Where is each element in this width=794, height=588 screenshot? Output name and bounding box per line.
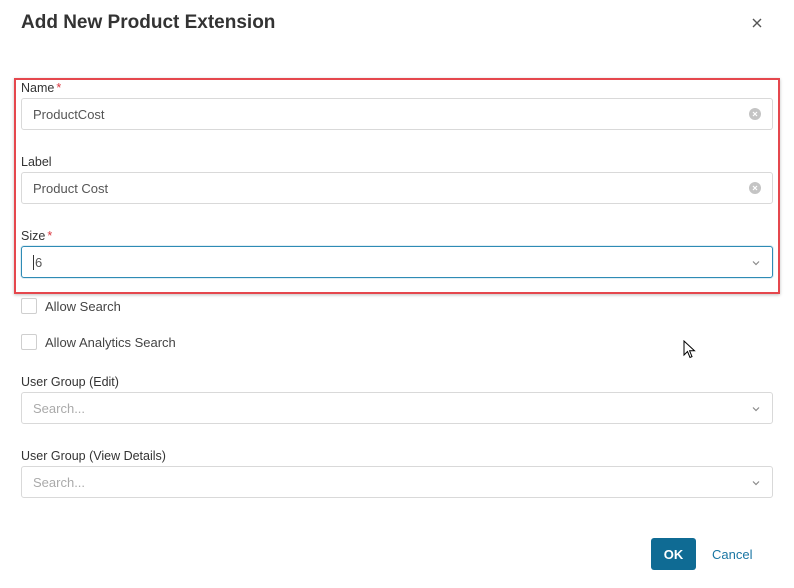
chevron-down-icon: [752, 481, 760, 486]
user-group-edit-placeholder: Search...: [33, 400, 86, 416]
user-group-edit-select[interactable]: Search...: [21, 392, 773, 424]
size-label-text: Size: [21, 229, 46, 243]
clear-icon[interactable]: [749, 108, 761, 120]
text-caret: [33, 254, 34, 270]
allow-search-checkbox[interactable]: [21, 298, 37, 314]
name-input-value: ProductCost: [33, 106, 105, 122]
size-select-value: 6: [35, 254, 43, 270]
cancel-button[interactable]: Cancel: [712, 538, 752, 570]
allow-analytics-search-checkbox-row[interactable]: Allow Analytics Search: [21, 334, 176, 350]
ok-button[interactable]: OK: [651, 538, 696, 570]
user-group-edit-label: User Group (Edit): [21, 375, 119, 389]
user-group-view-placeholder: Search...: [33, 474, 86, 490]
close-icon: [752, 18, 762, 28]
label-field-label: Label: [21, 155, 52, 169]
chevron-down-icon: [752, 407, 760, 412]
mouse-cursor-icon: [683, 340, 696, 359]
allow-search-checkbox-row[interactable]: Allow Search: [21, 298, 121, 314]
dialog-title: Add New Product Extension: [21, 12, 276, 33]
label-input-value: Product Cost: [33, 180, 109, 196]
size-select[interactable]: 6: [21, 246, 773, 278]
required-marker: *: [47, 229, 53, 243]
user-group-view-label: User Group (View Details): [21, 449, 166, 463]
name-input[interactable]: ProductCost: [21, 98, 773, 130]
size-label: Size *: [21, 229, 52, 243]
user-group-view-select[interactable]: Search...: [21, 466, 773, 498]
allow-analytics-search-checkbox[interactable]: [21, 334, 37, 350]
close-button[interactable]: [748, 14, 766, 32]
clear-icon[interactable]: [749, 182, 761, 194]
name-label: Name *: [21, 81, 61, 95]
chevron-down-icon: [752, 261, 760, 266]
allow-search-label: Allow Search: [45, 298, 121, 314]
allow-analytics-search-label: Allow Analytics Search: [45, 334, 176, 350]
label-input[interactable]: Product Cost: [21, 172, 773, 204]
required-marker: *: [56, 81, 62, 95]
name-label-text: Name: [21, 81, 55, 95]
